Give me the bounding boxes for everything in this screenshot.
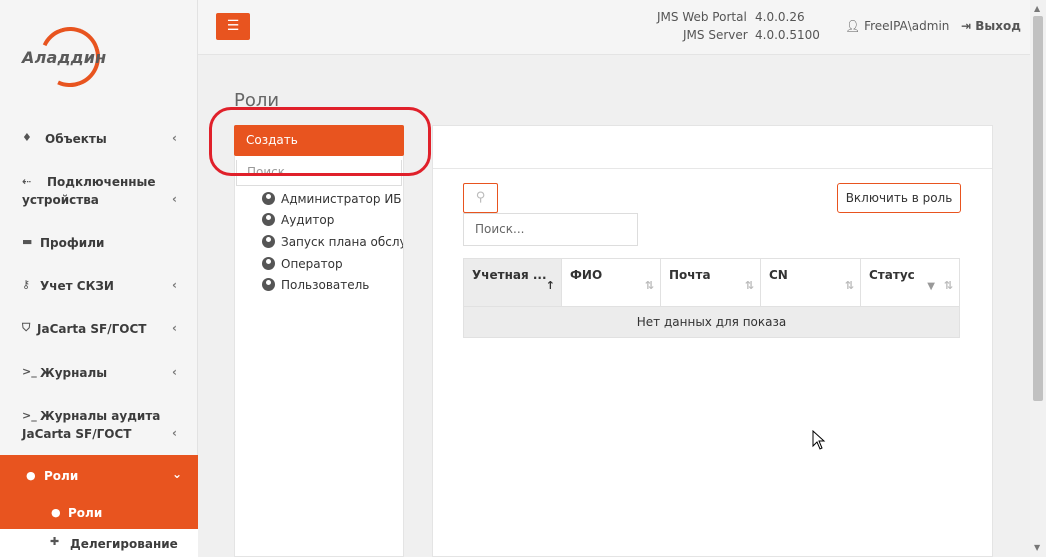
column-label: Почта xyxy=(669,268,711,282)
usb-icon: ⇠ xyxy=(22,175,32,188)
role-label: Пользователь xyxy=(281,278,370,292)
scroll-down-icon[interactable]: ▼ xyxy=(1034,543,1040,552)
column-label: Учетная ... xyxy=(472,268,547,282)
empty-table-message: Нет данных для показа xyxy=(464,306,959,337)
sort-icon[interactable]: ⇅ xyxy=(845,279,854,292)
sidebar: Аладдин ♦ Объекты ‹ ⇠ Подключенные устро… xyxy=(0,0,198,557)
sidebar-item-roles[interactable]: ● Роли ⌄ xyxy=(0,455,198,498)
column-label: Статус xyxy=(869,268,915,282)
user-circle-icon xyxy=(262,257,275,270)
sidebar-item-label: Профили xyxy=(40,236,105,250)
user-circle-icon xyxy=(262,278,275,291)
sidebar-item-objects[interactable]: ♦ Объекты ‹ xyxy=(0,129,198,149)
server-label: JMS Server xyxy=(683,28,748,42)
top-header: ☰ JMS Web Portal 4.0.0.26 JMS Server 4.0… xyxy=(198,0,1030,55)
column-header-email[interactable]: Почта ⇅ xyxy=(661,259,761,306)
sidebar-item-logs[interactable]: >_ Журналы ‹ xyxy=(0,363,198,383)
sort-icon[interactable]: ⇅ xyxy=(645,279,654,292)
role-item[interactable]: Пользователь xyxy=(262,278,369,292)
chevron-left-icon: ‹ xyxy=(172,321,177,335)
key-icon: ⚷ xyxy=(22,278,31,291)
user-circle-icon xyxy=(262,235,275,248)
members-search-input[interactable]: Поиск... xyxy=(463,213,638,246)
user-circle-icon: ● xyxy=(26,469,36,482)
sidebar-item-label-line2: устройства xyxy=(22,193,99,207)
sidebar-item-label: Подключенные xyxy=(47,175,156,189)
chevron-down-icon: ⌄ xyxy=(172,467,183,481)
column-header-status[interactable]: Статус ▼ ⇅ xyxy=(861,259,959,306)
terminal-icon: >_ xyxy=(22,365,37,378)
user-name: FreeIPA\admin xyxy=(864,19,950,33)
logo-text: Аладдин xyxy=(22,48,107,67)
mouse-cursor-icon xyxy=(812,430,826,450)
sidebar-item-label: JaCarta SF/ГОСТ xyxy=(37,322,147,336)
sort-icon[interactable]: ⇅ xyxy=(944,279,953,292)
chevron-left-icon: ‹ xyxy=(172,192,177,206)
portal-version: 4.0.0.26 xyxy=(755,10,805,24)
menu-toggle-button[interactable]: ☰ xyxy=(216,13,250,40)
sidebar-subitem-roles[interactable]: ● Роли xyxy=(0,498,198,529)
sidebar-item-devices[interactable]: ⇠ Подключенные устройства ‹ xyxy=(0,172,198,212)
sidebar-item-label: Журналы xyxy=(40,366,108,380)
search-toggle-button[interactable]: ⚲ xyxy=(463,183,498,213)
sidebar-subitem-label: Делегирование xyxy=(70,537,178,551)
aladdin-logo[interactable]: Аладдин xyxy=(20,18,109,96)
search-icon: ⚲ xyxy=(475,190,486,205)
column-header-cn[interactable]: CN ⇅ xyxy=(761,259,861,306)
role-item[interactable]: Администратор ИБ xyxy=(262,192,402,206)
members-table: Учетная ... ↑ ФИО ⇅ Почта ⇅ CN ⇅ Статус … xyxy=(463,258,960,338)
chevron-left-icon: ‹ xyxy=(172,278,177,292)
sidebar-item-label: Журналы аудита xyxy=(40,409,161,423)
role-label: Оператор xyxy=(281,257,343,271)
role-label: Аудитор xyxy=(281,213,335,227)
server-version: 4.0.0.5100 xyxy=(755,28,820,42)
sidebar-item-label: Учет СКЗИ xyxy=(40,279,114,293)
column-header-account[interactable]: Учетная ... ↑ xyxy=(464,259,562,306)
filter-icon[interactable]: ▼ xyxy=(927,281,935,292)
panel-header-divider xyxy=(433,168,992,169)
user-circle-icon xyxy=(262,213,275,226)
folder-icon: ▬ xyxy=(22,235,33,248)
highlight-annotation xyxy=(209,107,431,176)
sort-icon[interactable]: ⇅ xyxy=(745,279,754,292)
sidebar-item-profiles[interactable]: ▬ Профили xyxy=(0,233,198,253)
user-circle-icon: ● xyxy=(51,506,61,519)
column-label: ФИО xyxy=(570,268,603,282)
diamond-icon: ♦ xyxy=(22,131,32,144)
role-item[interactable]: Оператор xyxy=(262,257,343,271)
user-circle-icon xyxy=(262,192,275,205)
terminal-icon: >_ xyxy=(22,409,37,422)
scrollbar-thumb[interactable] xyxy=(1033,16,1043,401)
logout-icon: ⇥ xyxy=(961,19,972,33)
portal-label: JMS Web Portal xyxy=(657,10,747,24)
role-item[interactable]: Аудитор xyxy=(262,213,334,227)
user-plus-icon: ✚ xyxy=(50,535,60,548)
sidebar-item-label-line2: JaCarta SF/ГОСТ xyxy=(22,427,132,441)
scroll-up-icon[interactable]: ▲ xyxy=(1034,4,1040,13)
chevron-left-icon: ‹ xyxy=(172,426,177,440)
user-menu[interactable]: 👤︎ FreeIPA\admin xyxy=(845,19,949,33)
roles-list: Администратор ИБ Аудитор Запуск плана об… xyxy=(236,186,403,306)
page-scrollbar[interactable]: ▲ ▼ xyxy=(1030,0,1046,557)
role-item[interactable]: Запуск плана обслуживания xyxy=(262,235,403,249)
sidebar-item-skzi[interactable]: ⚷ Учет СКЗИ ‹ xyxy=(0,276,198,296)
chevron-left-icon: ‹ xyxy=(172,365,177,379)
column-header-fio[interactable]: ФИО ⇅ xyxy=(562,259,661,306)
logout-label: Выход xyxy=(975,19,1021,33)
sort-asc-icon[interactable]: ↑ xyxy=(546,279,555,292)
shield-icon: ⛉ xyxy=(22,321,31,334)
sidebar-subitem-delegation[interactable]: ✚ Делегирование xyxy=(0,529,198,557)
sidebar-subitem-label: Роли xyxy=(68,506,103,520)
column-label: CN xyxy=(769,268,788,282)
user-icon: 👤︎ xyxy=(845,19,861,33)
include-in-role-button[interactable]: Включить в роль xyxy=(837,183,961,213)
logout-link[interactable]: ⇥ Выход xyxy=(961,19,1021,33)
chevron-left-icon: ‹ xyxy=(172,131,177,145)
sidebar-item-audit-logs[interactable]: >_ Журналы аудита JaCarta SF/ГОСТ ‹ xyxy=(0,406,198,446)
sidebar-item-label: Объекты xyxy=(45,132,107,146)
role-label: Запуск плана обслуживания xyxy=(281,235,403,249)
sidebar-item-jacarta[interactable]: ⛉ JaCarta SF/ГОСТ ‹ xyxy=(0,319,198,339)
role-label: Администратор ИБ xyxy=(281,192,402,206)
sidebar-item-label: Роли xyxy=(44,469,79,483)
